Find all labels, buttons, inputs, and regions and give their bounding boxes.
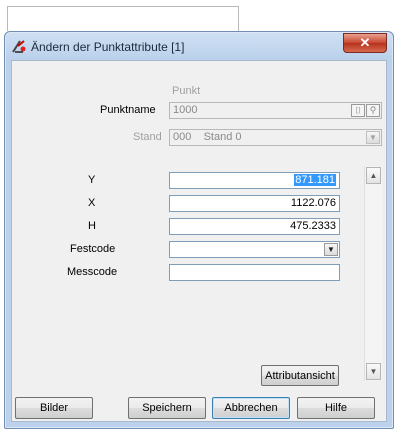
festcode-label: Festcode <box>70 243 116 255</box>
punkt-section-label: Punkt <box>172 85 201 97</box>
stand-select[interactable]: 000 Stand 0 ▼ <box>169 129 382 146</box>
bilder-button[interactable]: Bilder <box>15 397 93 419</box>
vertical-scrollbar[interactable]: ▲ ▼ <box>364 166 382 381</box>
x-input[interactable]: 1122.076 <box>169 195 340 212</box>
h-label: H <box>88 220 96 232</box>
punktname-label: Punktname <box>100 104 156 116</box>
festcode-select[interactable]: ▼ <box>169 241 340 258</box>
window-title: Ändern der Punktattribute [1] <box>31 40 185 54</box>
scroll-down-icon[interactable]: ▼ <box>366 363 381 380</box>
punktname-value: 1000 <box>173 104 198 116</box>
speichern-button[interactable]: Speichern <box>128 397 206 419</box>
pick-point-icon[interactable]: ⌷ <box>351 104 365 117</box>
punktname-field[interactable]: 1000 ⌷ ⚲ <box>169 102 382 119</box>
messcode-label: Messcode <box>67 266 118 278</box>
messcode-input[interactable] <box>169 264 340 281</box>
stand-value: 000 Stand 0 <box>173 131 242 143</box>
search-point-icon[interactable]: ⚲ <box>366 104 380 117</box>
title-bar[interactable]: Ändern der Punktattribute [1] ✕ <box>5 32 393 60</box>
dialog-window: Ändern der Punktattribute [1] ✕ Punkt Pu… <box>4 31 394 429</box>
close-button[interactable]: ✕ <box>343 33 387 53</box>
close-icon: ✕ <box>359 35 371 50</box>
h-value: 475.2333 <box>290 220 336 232</box>
y-label: Y <box>88 174 96 186</box>
hilfe-button[interactable]: Hilfe <box>297 397 375 419</box>
dialog-client: Punkt Punktname 1000 ⌷ ⚲ Stand 000 Stand… <box>11 60 387 422</box>
x-value: 1122.076 <box>290 197 336 209</box>
y-value: 871.181 <box>294 174 336 186</box>
scroll-up-icon[interactable]: ▲ <box>366 167 381 184</box>
x-label: X <box>88 197 96 209</box>
h-input[interactable]: 475.2333 <box>169 218 340 235</box>
y-input[interactable]: 871.181 <box>169 172 340 189</box>
attribute-view-button[interactable]: Attributansicht <box>261 365 339 386</box>
chevron-down-icon[interactable]: ▼ <box>324 243 338 256</box>
abbrechen-button[interactable]: Abbrechen <box>212 397 290 419</box>
stand-label: Stand <box>133 131 162 143</box>
chevron-down-icon[interactable]: ▼ <box>366 131 380 144</box>
survey-point-icon <box>11 38 27 54</box>
background-window-strip <box>7 6 239 31</box>
